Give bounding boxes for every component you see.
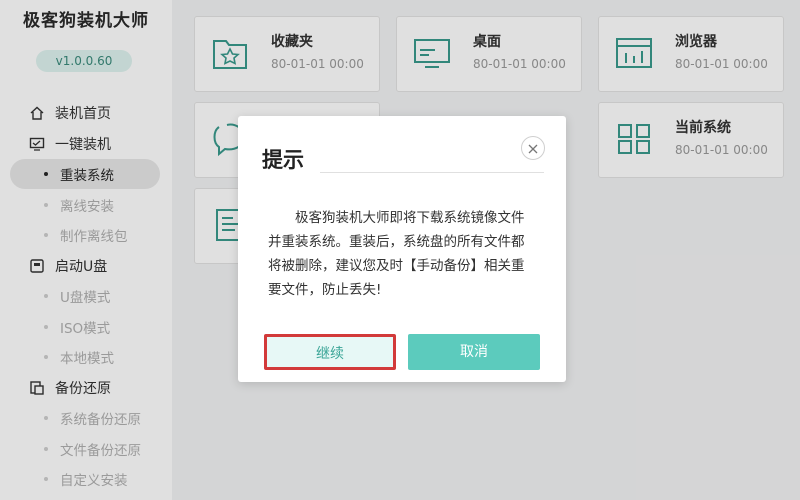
dialog-message: 极客狗装机大师即将下载系统镜像文件并重装系统。重装后，系统盘的所有文件都将被删除… [268,210,525,298]
divider [320,172,544,173]
sidebar-item-label: 文件备份还原 [60,442,141,459]
sidebar-item-label: 制作离线包 [60,229,128,246]
sidebar-item-label: 离线安装 [60,198,114,215]
dialog-title: 提示 [262,148,304,172]
bullet-dot [44,324,48,329]
close-icon [528,139,538,158]
bullet-dot [44,446,48,451]
sidebar-item-label: 重装系统 [60,168,114,185]
close-button[interactable] [521,136,545,160]
sidebar-item-label: 自定义安装 [60,473,128,490]
cancel-button[interactable]: 取消 [408,334,540,370]
sidebar-item-label: 本地模式 [60,351,114,368]
confirm-dialog: 提示 极客狗装机大师即将下载系统镜像文件并重装系统。重装后，系统盘的所有文件都将… [238,116,566,382]
bullet-dot [44,202,48,207]
sidebar-item-label: 系统备份还原 [60,412,141,429]
sidebar-item-label: U盘模式 [60,290,111,307]
continue-button[interactable]: 继续 [264,334,396,370]
sidebar-item-label: ISO模式 [60,320,111,337]
